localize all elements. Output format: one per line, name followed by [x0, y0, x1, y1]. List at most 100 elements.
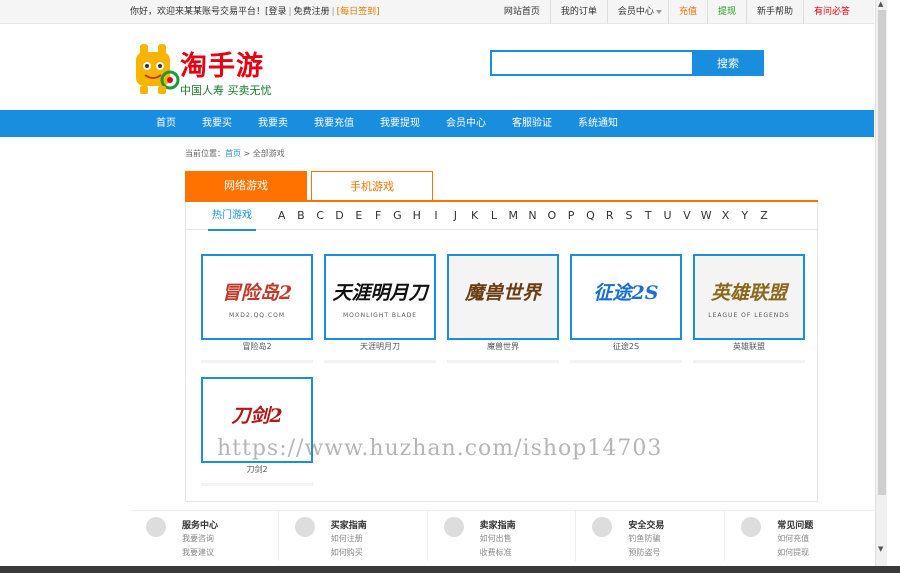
game-name[interactable]: 征途2S [570, 340, 682, 354]
top-link-4[interactable]: 提现 [706, 0, 746, 24]
card-divider [324, 360, 436, 363]
letter-filter-U[interactable]: U [658, 209, 677, 222]
top-link-1[interactable]: 我的订单 [549, 0, 607, 24]
letter-filter-J[interactable]: J [446, 209, 465, 222]
game-card[interactable]: 英雄联盟 LEAGUE OF LEGENDS 英雄联盟 [693, 254, 805, 364]
letter-filter-S[interactable]: S [619, 209, 638, 222]
letter-filter-X[interactable]: X [716, 209, 735, 222]
nav-item-5[interactable]: 会员中心 [436, 110, 496, 137]
letter-filter-R[interactable]: R [600, 209, 619, 222]
letter-filter-L[interactable]: L [484, 209, 503, 222]
game-card[interactable]: 冒险岛2 MXD2.QQ.COM 冒险岛2 [201, 254, 313, 364]
letter-filter-D[interactable]: D [330, 209, 349, 222]
game-name[interactable]: 冒险岛2 [201, 340, 313, 354]
game-thumbnail[interactable]: 英雄联盟 LEAGUE OF LEGENDS [693, 254, 805, 340]
letter-filter-K[interactable]: K [465, 209, 484, 222]
page: 你好，欢迎来某某账号交易平台！[登录 | 免费注册 | [每日签到] 网站首页 我的订单会… [0, 0, 900, 573]
game-card[interactable]: 刀剑2 刀剑2 [201, 377, 313, 487]
letter-filter-I[interactable]: I [426, 209, 445, 222]
footer-link[interactable]: 收费标准 [480, 547, 512, 558]
game-logo-text: 魔兽世界 [464, 282, 541, 304]
game-logo-text: 征途2S [593, 282, 659, 304]
letter-filter-Q[interactable]: Q [581, 209, 600, 222]
hot-games-filter[interactable]: 热门游戏 [208, 202, 256, 231]
letter-filter-E[interactable]: E [349, 209, 368, 222]
game-thumbnail[interactable]: 征途2S [570, 254, 682, 340]
letter-filter-Z[interactable]: Z [754, 209, 773, 222]
search-bar: 搜索 [490, 50, 764, 76]
letter-filter-B[interactable]: B [291, 209, 310, 222]
logo-slogan: 中国人寿 买卖无忧 [180, 84, 272, 97]
footer-column-title: 常见问题 [777, 521, 814, 531]
nav-item-6[interactable]: 客服验证 [502, 110, 562, 137]
footer-link[interactable]: 我要建议 [182, 547, 214, 558]
game-name[interactable]: 魔兽世界 [447, 340, 559, 354]
letter-filter-Y[interactable]: Y [735, 209, 754, 222]
footer-link[interactable]: 我要咨询 [182, 533, 214, 544]
main-nav: 首页 我要买 我要卖 我要充值 我要提现 会员中心 客服验证 系统通知 [0, 110, 874, 137]
nav-item-1[interactable]: 我要买 [192, 110, 242, 137]
top-link-3[interactable]: 充值 [667, 0, 707, 24]
search-button[interactable]: 搜索 [692, 50, 764, 76]
footer-link[interactable]: 如何注册 [331, 533, 363, 544]
scrollbar-thumb[interactable] [878, 10, 886, 495]
site-logo[interactable]: 淘手游 中国人寿 买卖无忧 [130, 42, 290, 100]
tab-mobile-games[interactable]: 手机游戏 [311, 171, 433, 201]
footer-column: 常见问题如何充值如何提现 [725, 511, 874, 561]
nav-item-0[interactable]: 首页 [146, 110, 186, 137]
login-link[interactable]: [登录 [265, 7, 287, 17]
daily-signin-link[interactable]: [每日签到] [337, 7, 380, 17]
letter-filter-M[interactable]: M [504, 209, 523, 222]
scroll-down-icon[interactable]: ▼ [878, 545, 883, 553]
nav-item-3[interactable]: 我要充值 [304, 110, 364, 137]
letter-filter-F[interactable]: F [368, 209, 387, 222]
footer-link[interactable]: 如何购买 [331, 547, 363, 558]
game-thumbnail[interactable]: 天涯明月刀 MOONLIGHT BLADE [324, 254, 436, 340]
game-logo-text: 刀剑2 [231, 405, 283, 427]
search-input[interactable] [490, 50, 692, 76]
game-name[interactable]: 天涯明月刀 [324, 340, 436, 354]
nav-item-2[interactable]: 我要卖 [248, 110, 298, 137]
top-bar-welcome-area: 你好，欢迎来某某账号交易平台！[登录 | 免费注册 | [每日签到] [130, 0, 380, 24]
footer-link[interactable]: 如何充值 [777, 533, 809, 544]
letter-filter-V[interactable]: V [677, 209, 696, 222]
top-bar-links: 网站首页 我的订单 会员中心 充值 提现 新手帮助 有问必答 [494, 0, 860, 24]
game-card[interactable]: 魔兽世界 魔兽世界 [447, 254, 559, 364]
nav-item-4[interactable]: 我要提现 [370, 110, 430, 137]
letter-filter-G[interactable]: G [388, 209, 407, 222]
breadcrumb-home-link[interactable]: 首页 [225, 149, 241, 158]
letter-filter-P[interactable]: P [561, 209, 580, 222]
breadcrumb: 当前位置：首页 > 全部游戏 [185, 148, 285, 159]
letter-filter-N[interactable]: N [523, 209, 542, 222]
letter-filter-H[interactable]: H [407, 209, 426, 222]
tab-online-games[interactable]: 网络游戏 [185, 171, 307, 201]
letter-filter-O[interactable]: O [542, 209, 561, 222]
game-logo-subtext: MXD2.QQ.COM [228, 312, 286, 319]
chevron-down-icon[interactable] [655, 10, 662, 14]
letter-filter-A[interactable]: A [272, 209, 291, 222]
footer-link[interactable]: 如何出售 [480, 533, 512, 544]
footer-link[interactable]: 钓鱼防骗 [628, 533, 660, 544]
game-thumbnail[interactable]: 冒险岛2 MXD2.QQ.COM [201, 254, 313, 340]
game-logo-subtext: MOONLIGHT BLADE [342, 312, 418, 319]
letter-filter-W[interactable]: W [697, 209, 716, 222]
game-card[interactable]: 征途2S 征途2S [570, 254, 682, 364]
game-name[interactable]: 刀剑2 [201, 463, 313, 477]
register-link[interactable]: 免费注册 [294, 7, 330, 17]
top-link-5[interactable]: 新手帮助 [745, 0, 803, 24]
letter-filter-C[interactable]: C [311, 209, 330, 222]
footer-link[interactable]: 预防盗号 [628, 547, 660, 558]
scroll-up-icon[interactable]: ▲ [878, 0, 883, 8]
top-link-0[interactable]: 网站首页 [494, 0, 550, 24]
game-logo-text: 冒险岛2 [221, 282, 293, 304]
vertical-scrollbar[interactable]: ▲ ▼ [875, 0, 887, 566]
top-link-6[interactable]: 有问必答 [802, 0, 860, 24]
game-card[interactable]: 天涯明月刀 MOONLIGHT BLADE 天涯明月刀 [324, 254, 436, 364]
footer-link[interactable]: 如何提现 [777, 547, 809, 558]
footer-column-title: 服务中心 [182, 521, 219, 531]
breadcrumb-prefix: 当前位置： [185, 149, 225, 158]
game-name[interactable]: 英雄联盟 [693, 340, 805, 354]
letter-filter-T[interactable]: T [639, 209, 658, 222]
game-thumbnail[interactable]: 魔兽世界 [447, 254, 559, 340]
nav-item-7[interactable]: 系统通知 [568, 110, 628, 137]
